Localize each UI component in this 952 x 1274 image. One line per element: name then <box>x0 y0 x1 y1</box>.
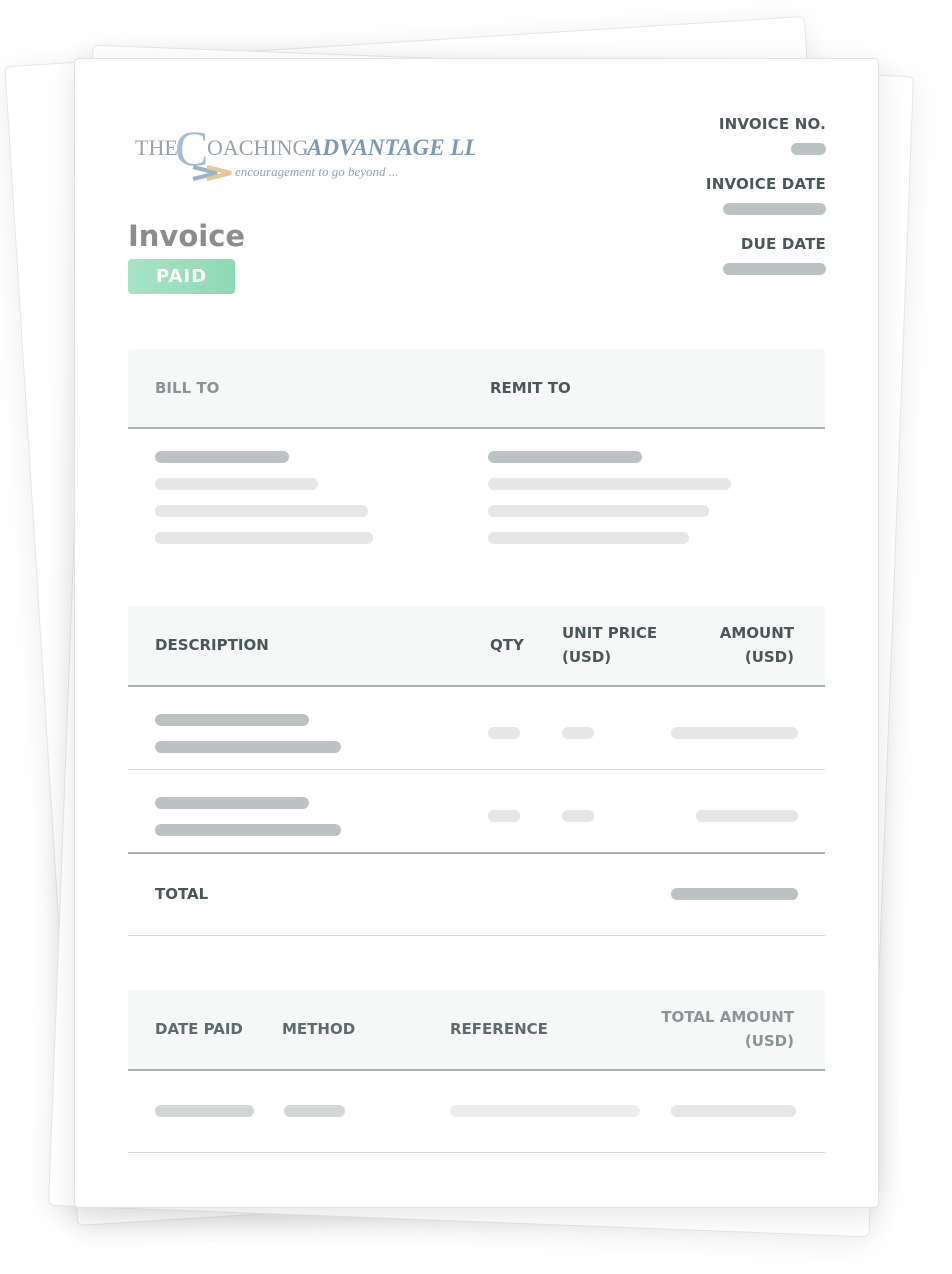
row-method <box>284 1105 345 1117</box>
row-qty <box>488 727 520 739</box>
remit-to-line <box>488 532 689 544</box>
payments-table: DATE PAID METHOD REFERENCE TOTAL AMOUNT … <box>128 990 825 1160</box>
col-unit-price: UNIT PRICE (USD) <box>562 621 657 669</box>
row-description <box>155 797 309 809</box>
col-description: DESCRIPTION <box>155 636 269 654</box>
col-unit-price-line1: UNIT PRICE <box>562 624 658 642</box>
row-description <box>155 824 341 836</box>
row-date-paid <box>155 1105 254 1117</box>
remit-to-label: REMIT TO <box>490 379 571 397</box>
col-total-amount-line1: TOTAL AMOUNT <box>661 1008 794 1026</box>
line-items-header: DESCRIPTION QTY UNIT PRICE (USD) AMOUNT … <box>128 606 825 687</box>
invoice-date-value <box>723 203 826 215</box>
row-unit-price <box>562 727 594 739</box>
row-qty <box>488 810 520 822</box>
logo-tagline: encouragement to go beyond ... <box>235 164 399 179</box>
line-items-table: DESCRIPTION QTY UNIT PRICE (USD) AMOUNT … <box>128 606 825 946</box>
due-date-label: DUE DATE <box>740 235 826 253</box>
row-amount <box>671 727 798 739</box>
logo-word2: ADVANTAGE LLC <box>305 135 475 160</box>
parties-header: BILL TO REMIT TO <box>128 349 825 429</box>
page-title: Invoice <box>128 219 246 253</box>
col-qty: QTY <box>490 636 524 654</box>
bill-to-line <box>155 532 373 544</box>
parties-section: BILL TO REMIT TO <box>128 349 825 559</box>
row-unit-price <box>562 810 594 822</box>
total-label: TOTAL <box>155 885 209 903</box>
invoice-number-label: INVOICE NO. <box>718 115 826 133</box>
invoice-sheet: THE C OACHING ADVANTAGE LLC encouragemen… <box>74 58 879 1208</box>
total-value <box>671 888 798 900</box>
due-date-field: DUE DATE <box>706 235 826 279</box>
row-amount <box>696 810 798 822</box>
remit-to-line <box>488 505 709 517</box>
bill-to-name <box>155 451 289 463</box>
col-total-amount: TOTAL AMOUNT (USD) <box>661 1005 794 1053</box>
due-date-value <box>723 263 826 275</box>
bill-to-line <box>155 505 368 517</box>
invoice-meta: INVOICE NO. INVOICE DATE DUE DATE <box>706 115 826 295</box>
invoice-date-field: INVOICE DATE <box>706 175 826 219</box>
row-divider <box>128 1152 825 1153</box>
company-logo: THE C OACHING ADVANTAGE LLC encouragemen… <box>135 120 494 186</box>
row-divider <box>128 769 825 770</box>
bill-to-line <box>155 478 318 490</box>
status-badge: PAID <box>128 259 235 294</box>
row-total-amount <box>671 1105 796 1117</box>
invoice-number-value <box>791 143 826 155</box>
invoice-number-field: INVOICE NO. <box>706 115 826 159</box>
col-amount-line2: (USD) <box>744 648 794 666</box>
col-reference: REFERENCE <box>450 1020 548 1038</box>
row-description <box>155 741 341 753</box>
col-method: METHOD <box>282 1020 356 1038</box>
col-amount: AMOUNT (USD) <box>720 621 794 669</box>
total-divider <box>128 852 825 854</box>
row-description <box>155 714 309 726</box>
col-total-amount-line2: (USD) <box>744 1032 794 1050</box>
row-reference <box>450 1105 640 1117</box>
col-date-paid: DATE PAID <box>155 1020 243 1038</box>
remit-to-name <box>488 451 642 463</box>
col-unit-price-line2: (USD) <box>562 648 612 666</box>
remit-to-line <box>488 478 731 490</box>
invoice-date-label: INVOICE DATE <box>705 175 826 193</box>
bill-to-label: BILL TO <box>155 379 220 397</box>
payments-header: DATE PAID METHOD REFERENCE TOTAL AMOUNT … <box>128 990 825 1071</box>
section-divider <box>128 935 825 936</box>
logo-word1: OACHING <box>207 135 309 160</box>
col-amount-line1: AMOUNT <box>719 624 794 642</box>
logo-prefix: THE <box>135 135 178 160</box>
